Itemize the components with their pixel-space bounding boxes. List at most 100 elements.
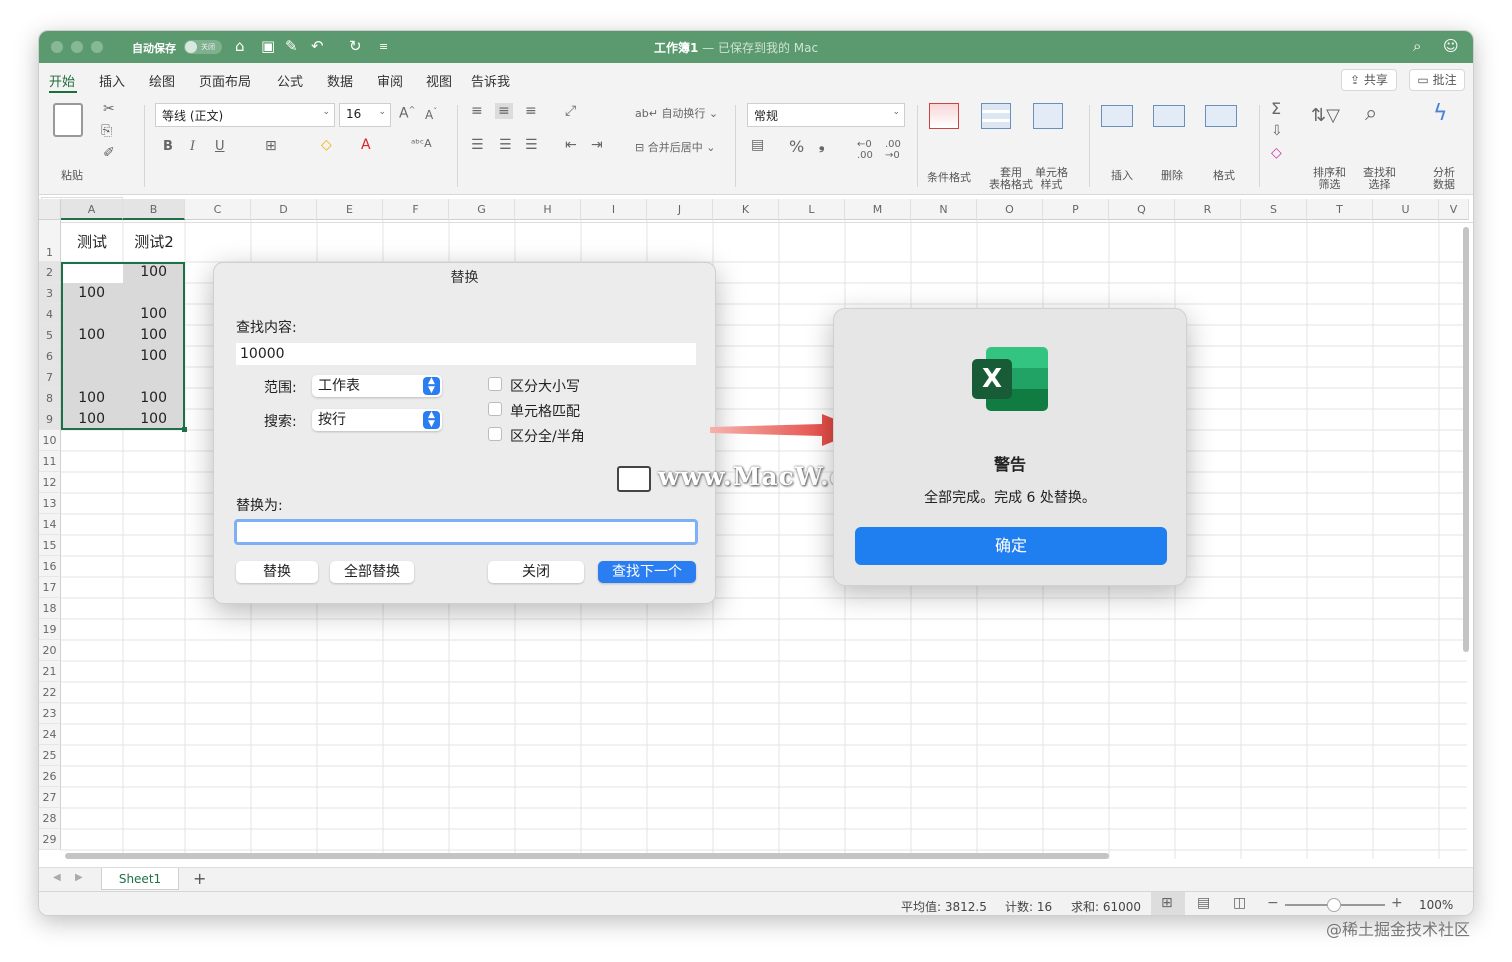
conditional-format-icon[interactable] xyxy=(929,103,959,129)
customize-toolbar-icon[interactable]: ≡ xyxy=(379,40,388,53)
row-header-26[interactable]: 26 xyxy=(39,766,61,787)
horizontal-scrollbar[interactable] xyxy=(65,853,1109,859)
column-header-C[interactable]: C xyxy=(185,199,251,220)
cut-icon[interactable]: ✂ xyxy=(103,101,115,117)
column-header-V[interactable]: V xyxy=(1439,199,1469,220)
replace-button[interactable]: 替换 xyxy=(236,561,318,583)
align-top-icon[interactable]: ≡ xyxy=(471,103,483,119)
comments-button[interactable]: ▭ 批注 xyxy=(1409,69,1465,91)
font-name-select[interactable]: 等线 (正文) ⌄ xyxy=(155,103,335,127)
cell-B7[interactable] xyxy=(123,367,185,388)
cell-A7[interactable] xyxy=(61,367,123,388)
row-header-29[interactable]: 29 xyxy=(39,829,61,850)
row-header-10[interactable]: 10 xyxy=(39,430,61,451)
cell-A6[interactable] xyxy=(61,346,123,367)
row-header-6[interactable]: 6 xyxy=(39,346,61,367)
column-header-E[interactable]: E xyxy=(317,199,383,220)
fill-color-icon[interactable]: ◇ xyxy=(321,137,332,153)
next-sheet-icon[interactable]: ▶ xyxy=(75,872,83,883)
row-header-9[interactable]: 9 xyxy=(39,409,61,430)
column-header-T[interactable]: T xyxy=(1307,199,1373,220)
tab-5[interactable]: 数据 xyxy=(327,71,353,90)
column-header-I[interactable]: I xyxy=(581,199,647,220)
tab-4[interactable]: 公式 xyxy=(277,71,303,90)
phonetic-icon[interactable]: ᵃᵇᶜA xyxy=(411,137,432,150)
close-button[interactable]: 关闭 xyxy=(488,561,584,583)
format-painter-icon[interactable]: ✐ xyxy=(103,145,115,161)
paste-icon[interactable] xyxy=(53,103,83,137)
zoom-out-icon[interactable]: − xyxy=(1267,895,1279,911)
column-header-P[interactable]: P xyxy=(1043,199,1109,220)
share-button[interactable]: ⇪ 共享 xyxy=(1341,69,1397,91)
format-cells-icon[interactable] xyxy=(1205,105,1237,127)
match-cell-checkbox[interactable] xyxy=(488,402,502,416)
bold-icon[interactable]: B xyxy=(163,139,173,154)
column-header-U[interactable]: U xyxy=(1373,199,1439,220)
row-header-13[interactable]: 13 xyxy=(39,493,61,514)
tab-7[interactable]: 视图 xyxy=(426,71,452,90)
column-header-A[interactable]: A xyxy=(61,199,123,220)
column-header-N[interactable]: N xyxy=(911,199,977,220)
minimize-window-button[interactable] xyxy=(71,41,83,53)
column-header-F[interactable]: F xyxy=(383,199,449,220)
cell-B3[interactable] xyxy=(123,283,185,304)
column-header-L[interactable]: L xyxy=(779,199,845,220)
page-layout-view-icon[interactable]: ▤ xyxy=(1197,895,1210,911)
italic-icon[interactable]: I xyxy=(190,139,195,154)
copy-icon[interactable]: ⎘ xyxy=(101,123,112,139)
page-break-view-icon[interactable]: ◫ xyxy=(1233,895,1246,911)
font-size-select[interactable]: 16 ⌄ xyxy=(339,103,391,127)
row-header-12[interactable]: 12 xyxy=(39,472,61,493)
row-header-3[interactable]: 3 xyxy=(39,283,61,304)
scope-select[interactable]: 工作表 ▲ ▼ xyxy=(312,375,442,397)
format-as-table-icon[interactable] xyxy=(981,103,1011,129)
underline-icon[interactable]: U xyxy=(215,139,225,154)
column-header-D[interactable]: D xyxy=(251,199,317,220)
row-header-11[interactable]: 11 xyxy=(39,451,61,472)
row-header-21[interactable]: 21 xyxy=(39,661,61,682)
cell-A2[interactable] xyxy=(61,262,123,283)
cell-A3[interactable]: 100 xyxy=(61,283,123,304)
zoom-in-icon[interactable]: + xyxy=(1391,895,1403,911)
column-header-B[interactable]: B xyxy=(123,199,185,220)
tab-1[interactable]: 插入 xyxy=(99,71,125,90)
row-header-17[interactable]: 17 xyxy=(39,577,61,598)
tab-2[interactable]: 绘图 xyxy=(149,71,175,90)
row-header-25[interactable]: 25 xyxy=(39,745,61,766)
align-left-icon[interactable]: ☰ xyxy=(471,137,484,153)
orientation-icon[interactable]: ⤢ xyxy=(565,103,576,119)
column-header-S[interactable]: S xyxy=(1241,199,1307,220)
tab-6[interactable]: 审阅 xyxy=(377,71,403,90)
cell-A8[interactable]: 100 xyxy=(61,388,123,409)
zoom-slider-thumb[interactable] xyxy=(1327,898,1341,912)
increase-decimal-icon[interactable]: ←0.00 xyxy=(857,139,873,161)
search-select[interactable]: 按行 ▲ ▼ xyxy=(312,409,442,431)
column-header-M[interactable]: M xyxy=(845,199,911,220)
row-header-20[interactable]: 20 xyxy=(39,640,61,661)
borders-icon[interactable]: ⊞ xyxy=(265,138,277,154)
align-middle-icon[interactable]: ≡ xyxy=(495,103,513,119)
cell-A1[interactable]: 测试 xyxy=(61,232,123,253)
select-all-button[interactable] xyxy=(39,199,61,220)
clear-icon[interactable]: ◇ xyxy=(1271,145,1282,161)
row-header-15[interactable]: 15 xyxy=(39,535,61,556)
add-sheet-button[interactable]: + xyxy=(193,869,206,888)
tab-8[interactable]: 告诉我 xyxy=(471,71,510,90)
row-header-24[interactable]: 24 xyxy=(39,724,61,745)
cell-B8[interactable]: 100 xyxy=(123,388,185,409)
row-header-19[interactable]: 19 xyxy=(39,619,61,640)
row-header-4[interactable]: 4 xyxy=(39,304,61,325)
row-header-8[interactable]: 8 xyxy=(39,388,61,409)
match-width-checkbox[interactable] xyxy=(488,427,502,441)
replace-input[interactable] xyxy=(234,519,698,545)
undo-icon[interactable]: ↶ xyxy=(311,37,324,55)
row-header-5[interactable]: 5 xyxy=(39,325,61,346)
home-icon[interactable]: ⌂ xyxy=(235,37,245,55)
tab-0[interactable]: 开始 xyxy=(49,71,75,90)
sort-filter-icon[interactable]: ⇅▽ xyxy=(1311,105,1340,126)
comma-style-icon[interactable]: ❟ xyxy=(819,137,825,153)
column-header-H[interactable]: H xyxy=(515,199,581,220)
column-header-Q[interactable]: Q xyxy=(1109,199,1175,220)
ok-button[interactable]: 确定 xyxy=(855,527,1167,565)
delete-cells-icon[interactable] xyxy=(1153,105,1185,127)
